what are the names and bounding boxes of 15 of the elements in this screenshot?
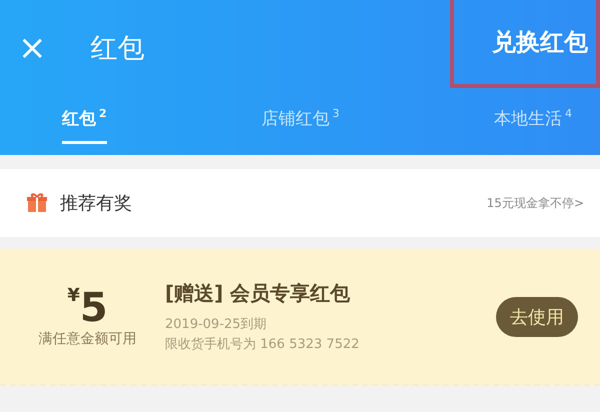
tab[interactable]: 店铺红包 $^{3}$	[261, 95, 340, 145]
page-title: 红包	[90, 32, 146, 66]
coupon-expiry: 2019-09-25到期	[165, 316, 268, 333]
tab[interactable]: 本地生活 $^{4}$	[494, 95, 572, 145]
gift-icon	[26, 192, 48, 214]
promo-link[interactable]: 15元现金拿不停>	[486, 194, 584, 212]
coupon-condition: 满任意金额可用	[38, 330, 136, 348]
redeem-button[interactable]: 兑换红包	[450, 0, 600, 88]
use-button[interactable]: 去使用	[496, 296, 578, 336]
coupon-restriction: 限收货手机号为 166 5323 7522	[165, 336, 360, 353]
coupon-amount: ¥5	[67, 286, 108, 330]
coupon-title: [赠送] 会员专享红包	[165, 280, 352, 307]
tab[interactable]: 红包 $^{2}$	[62, 95, 107, 144]
close-button[interactable]: ×	[18, 30, 46, 64]
promo-label: 推荐有奖	[60, 192, 133, 215]
